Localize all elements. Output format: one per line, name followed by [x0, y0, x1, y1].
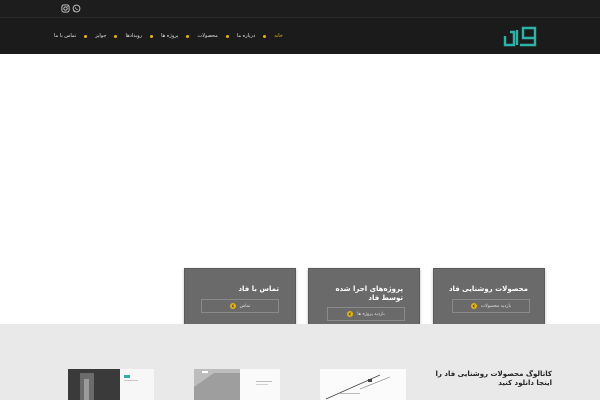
- catalog-thumbnail[interactable]: [68, 369, 154, 400]
- projects-card: پروژه‌های اجرا شده توسط فاد بازدید پروژه…: [308, 268, 420, 329]
- card-button-label: تماس: [239, 303, 251, 309]
- nav-separator-dot: [114, 34, 118, 38]
- nav-separator-dot: [225, 34, 229, 38]
- catalog-thumbnail[interactable]: [194, 369, 280, 400]
- visit-products-button[interactable]: بازدید محصولات: [452, 299, 530, 313]
- chevron-left-icon: [229, 303, 236, 309]
- card-button-label: بازدید محصولات: [480, 303, 512, 309]
- nav-item-projects[interactable]: پروژه ها: [161, 33, 178, 39]
- nav-item-awards[interactable]: جوایز: [95, 33, 106, 39]
- contact-button[interactable]: تماس: [201, 299, 279, 313]
- nav-item-contact[interactable]: تماس با ما: [54, 33, 76, 39]
- top-bar: [0, 0, 600, 18]
- nav-separator-dot: [150, 34, 154, 38]
- nav-item-about[interactable]: درباره ما: [237, 33, 255, 39]
- main-header: خانه درباره ما محصولات پروژه ها رویدادها…: [0, 18, 600, 54]
- nav-item-events[interactable]: رویدادها: [125, 33, 142, 39]
- card-button-label: بازدید پروژه ها: [357, 311, 385, 317]
- nav-separator-dot: [263, 34, 267, 38]
- contact-card: تماس با فاد تماس: [184, 268, 296, 329]
- nav-separator-dot: [84, 34, 88, 38]
- nav-item-home[interactable]: خانه: [274, 33, 283, 39]
- whatsapp-icon[interactable]: [72, 4, 81, 13]
- catalog-download-text[interactable]: کاتالوگ محصولات روشنایی فاد را اینجا دان…: [432, 370, 553, 388]
- card-title: محصولات روشنایی فاد: [448, 285, 528, 293]
- fad-logo-icon[interactable]: [502, 24, 538, 48]
- chevron-left-icon: [347, 311, 354, 317]
- main-nav: خانه درباره ما محصولات پروژه ها رویدادها…: [54, 31, 283, 41]
- instagram-icon[interactable]: [61, 4, 70, 13]
- chevron-left-icon: [470, 303, 477, 309]
- nav-separator-dot: [186, 34, 190, 38]
- visit-projects-button[interactable]: بازدید پروژه ها: [327, 307, 405, 321]
- catalog-thumbnail[interactable]: [320, 369, 406, 400]
- card-title: پروژه‌های اجرا شده توسط فاد: [335, 285, 403, 302]
- card-title: تماس با فاد: [238, 285, 279, 293]
- products-card: محصولات روشنایی فاد بازدید محصولات: [433, 268, 545, 329]
- nav-item-products[interactable]: محصولات: [197, 33, 217, 39]
